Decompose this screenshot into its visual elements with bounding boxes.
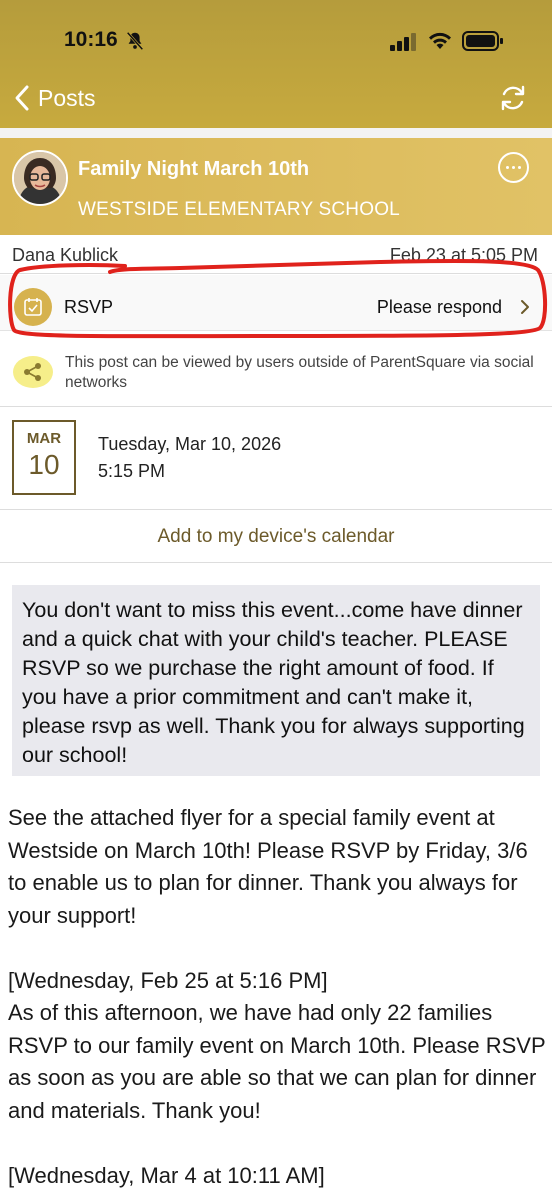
event-row: MAR 10 Tuesday, Mar 10, 2026 5:15 PM: [0, 407, 552, 510]
back-button-label: Posts: [38, 84, 96, 111]
post-date: Feb 23 at 5:05 PM: [389, 245, 538, 265]
event-day: 10: [28, 449, 60, 480]
top-bar: 10:16 Posts: [0, 0, 552, 128]
event-time: 5:15 PM: [98, 461, 166, 481]
update-text: As of this afternoon, we have had only 2…: [8, 1000, 546, 1123]
wifi-icon: [429, 32, 451, 49]
more-dot: [518, 166, 521, 169]
refresh-icon[interactable]: [497, 82, 529, 114]
post-note: You don't want to miss this event...come…: [12, 585, 540, 776]
more-options-button[interactable]: [498, 152, 529, 183]
status-time: 10:16: [64, 28, 118, 51]
rsvp-row[interactable]: RSVP Please respond: [0, 275, 552, 331]
back-button[interactable]: Posts: [14, 80, 96, 116]
silent-bell-icon: [126, 31, 144, 51]
cellular-signal-icon: [390, 33, 416, 51]
chevron-left-icon: [15, 85, 29, 111]
chevron-right-icon: [521, 300, 529, 314]
post-header: Family Night March 10th WESTSIDE ELEMENT…: [0, 138, 552, 235]
school-name: WESTSIDE ELEMENTARY SCHOOL: [78, 199, 400, 220]
rsvp-label: RSVP: [64, 297, 114, 317]
battery-icon: [462, 31, 503, 51]
author-row: Dana Kublick Feb 23 at 5:05 PM: [0, 236, 552, 274]
add-to-calendar-link[interactable]: Add to my device's calendar: [0, 511, 552, 563]
update-timestamp: [Wednesday, Mar 4 at 10:11 AM]: [8, 1162, 325, 1188]
author-name[interactable]: Dana Kublick: [12, 245, 118, 266]
event-date-badge: MAR 10: [12, 420, 76, 495]
body-paragraph: See the attached flyer for a special fam…: [8, 805, 528, 928]
calendar-check-icon: [14, 288, 52, 326]
event-date: Tuesday, Mar 10, 2026: [98, 434, 282, 454]
update-timestamp: [Wednesday, Feb 25 at 5:16 PM]: [8, 967, 328, 993]
rsvp-status: Please respond: [376, 297, 502, 317]
author-avatar: [12, 150, 68, 206]
header-divider: [0, 128, 552, 138]
share-notice-text: This post can be viewed by users outside…: [65, 354, 534, 391]
post-title: Family Night March 10th: [78, 158, 310, 180]
share-icon: [13, 356, 53, 388]
avatar-portrait: [14, 152, 66, 204]
event-month: MAR: [26, 430, 62, 447]
post-body: See the attached flyer for a special fam…: [8, 802, 548, 1192]
share-notice-row: This post can be viewed by users outside…: [0, 331, 552, 407]
more-dot: [512, 166, 515, 169]
more-dot: [506, 166, 509, 169]
